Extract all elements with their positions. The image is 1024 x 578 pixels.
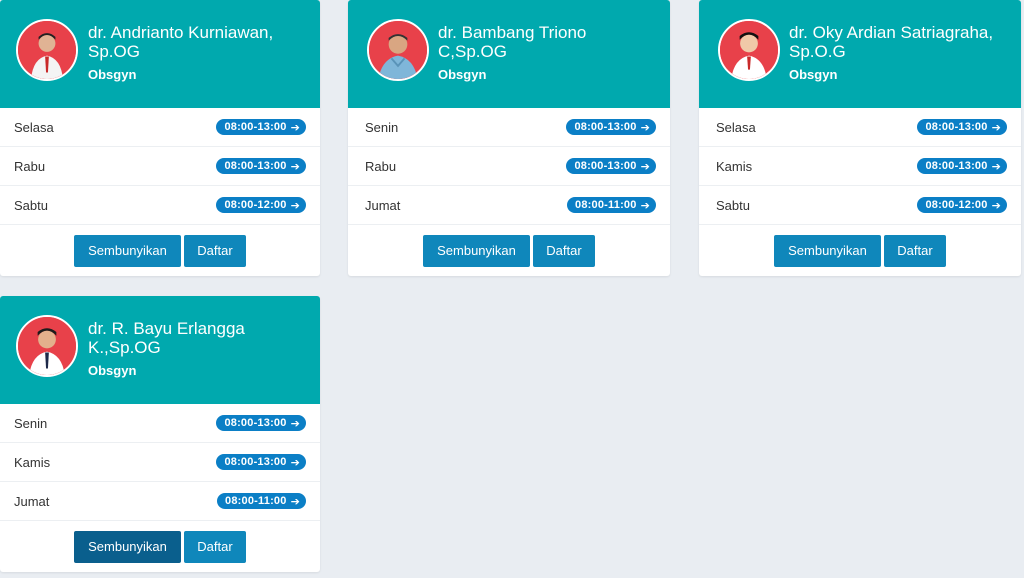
arrow-right-icon: ➔ [640, 121, 650, 134]
card-actions: Sembunyikan Daftar [348, 225, 670, 276]
schedule-time: 08:00-12:00 [925, 199, 988, 211]
doctor-card-header: dr. R. Bayu Erlangga K.,Sp.OG Obsgyn [0, 296, 320, 404]
schedule-time-badge[interactable]: 08:00-13:00 ➔ [216, 415, 306, 431]
doctor-card-header: dr. Andrianto Kurniawan, Sp.OG Obsgyn [0, 0, 320, 108]
schedule-time: 08:00-13:00 [224, 417, 287, 429]
schedule-time-badge[interactable]: 08:00-12:00 ➔ [917, 197, 1007, 213]
doctor-name: dr. Oky Ardian Satriagraha, Sp.O.G [789, 23, 994, 61]
doctor-card: dr. R. Bayu Erlangga K.,Sp.OG Obsgyn Sen… [0, 296, 320, 572]
doctor-card-header: dr. Oky Ardian Satriagraha, Sp.O.G Obsgy… [699, 0, 1021, 108]
arrow-right-icon: ➔ [991, 199, 1001, 212]
arrow-right-icon: ➔ [991, 160, 1001, 173]
schedule-time: 08:00-13:00 [224, 456, 287, 468]
schedule-day: Jumat [14, 493, 50, 509]
schedule-row: Rabu 08:00-13:00 ➔ [348, 147, 670, 186]
arrow-right-icon: ➔ [290, 417, 300, 430]
schedule-time: 08:00-13:00 [224, 160, 287, 172]
arrow-right-icon: ➔ [290, 456, 300, 469]
arrow-right-icon: ➔ [991, 121, 1001, 134]
schedule-day: Senin [14, 415, 48, 431]
doctor-avatar [367, 19, 429, 81]
schedule-time-badge[interactable]: 08:00-13:00 ➔ [216, 454, 306, 470]
schedule-day: Jumat [365, 197, 401, 213]
doctor-specialty: Obsgyn [438, 67, 487, 82]
doctor-card-header: dr. Bambang Triono C,Sp.OG Obsgyn [348, 0, 670, 108]
schedule-day: Kamis [716, 158, 753, 174]
schedule-row: Jumat 08:00-11:00 ➔ [348, 186, 670, 225]
schedule-row: Rabu 08:00-13:00 ➔ [0, 147, 320, 186]
schedule-time: 08:00-13:00 [925, 121, 988, 133]
schedule-time-badge[interactable]: 08:00-13:00 ➔ [917, 119, 1007, 135]
doctor-specialty: Obsgyn [88, 363, 137, 378]
schedule-time-badge[interactable]: 08:00-12:00 ➔ [216, 197, 306, 213]
card-actions: Sembunyikan Daftar [699, 225, 1021, 276]
register-button[interactable]: Daftar [533, 234, 595, 267]
schedule-day: Sabtu [14, 197, 48, 213]
schedule-time-badge[interactable]: 08:00-11:00 ➔ [567, 197, 656, 213]
hide-button[interactable]: Sembunyikan [74, 234, 181, 267]
card-actions: Sembunyikan Daftar [0, 521, 320, 572]
schedule-time-badge[interactable]: 08:00-13:00 ➔ [216, 119, 306, 135]
schedule-row: Sabtu 08:00-12:00 ➔ [699, 186, 1021, 225]
arrow-right-icon: ➔ [640, 199, 650, 212]
schedule-time: 08:00-13:00 [224, 121, 287, 133]
doctor-avatar [16, 315, 78, 377]
schedule-time: 08:00-11:00 [575, 199, 637, 211]
register-button[interactable]: Daftar [184, 234, 246, 267]
schedule-row: Selasa 08:00-13:00 ➔ [699, 108, 1021, 147]
arrow-right-icon: ➔ [640, 160, 650, 173]
schedule-time-badge[interactable]: 08:00-11:00 ➔ [217, 493, 306, 509]
doctor-avatar [16, 19, 78, 81]
doctor-name: dr. R. Bayu Erlangga K.,Sp.OG [88, 319, 245, 357]
hide-button[interactable]: Sembunyikan [774, 234, 881, 267]
schedule-day: Senin [365, 119, 399, 135]
schedule-time: 08:00-11:00 [225, 495, 287, 507]
schedule-day: Sabtu [716, 197, 750, 213]
arrow-right-icon: ➔ [290, 199, 300, 212]
hide-button[interactable]: Sembunyikan [423, 234, 530, 267]
doctor-card: dr. Oky Ardian Satriagraha, Sp.O.G Obsgy… [699, 0, 1021, 276]
schedule-time: 08:00-13:00 [925, 160, 988, 172]
arrow-right-icon: ➔ [290, 160, 300, 173]
card-actions: Sembunyikan Daftar [0, 225, 320, 276]
doctor-name: dr. Bambang Triono C,Sp.OG [438, 23, 587, 61]
schedule-row: Sabtu 08:00-12:00 ➔ [0, 186, 320, 225]
schedule-row: Jumat 08:00-11:00 ➔ [0, 482, 320, 521]
schedule-day: Rabu [365, 158, 397, 174]
schedule-time: 08:00-13:00 [574, 121, 637, 133]
doctor-card: dr. Andrianto Kurniawan, Sp.OG Obsgyn Se… [0, 0, 320, 276]
schedule-row: Kamis 08:00-13:00 ➔ [699, 147, 1021, 186]
schedule-day: Selasa [716, 119, 756, 135]
schedule-day: Kamis [14, 454, 51, 470]
register-button[interactable]: Daftar [184, 530, 246, 563]
schedule-time-badge[interactable]: 08:00-13:00 ➔ [216, 158, 306, 174]
doctor-specialty: Obsgyn [88, 67, 137, 82]
register-button[interactable]: Daftar [884, 234, 946, 267]
schedule-day: Selasa [14, 119, 54, 135]
schedule-time-badge[interactable]: 08:00-13:00 ➔ [566, 158, 656, 174]
schedule-time: 08:00-13:00 [574, 160, 637, 172]
arrow-right-icon: ➔ [290, 495, 300, 508]
doctor-name: dr. Andrianto Kurniawan, Sp.OG [88, 23, 274, 61]
doctor-specialty: Obsgyn [789, 67, 838, 82]
arrow-right-icon: ➔ [290, 121, 300, 134]
doctor-avatar [718, 19, 780, 81]
schedule-row: Senin 08:00-13:00 ➔ [348, 108, 670, 147]
schedule-row: Selasa 08:00-13:00 ➔ [0, 108, 320, 147]
doctor-card: dr. Bambang Triono C,Sp.OG Obsgyn Senin 0… [348, 0, 670, 276]
schedule-row: Senin 08:00-13:00 ➔ [0, 404, 320, 443]
schedule-day: Rabu [14, 158, 46, 174]
schedule-time: 08:00-12:00 [224, 199, 287, 211]
schedule-time-badge[interactable]: 08:00-13:00 ➔ [917, 158, 1007, 174]
schedule-row: Kamis 08:00-13:00 ➔ [0, 443, 320, 482]
hide-button[interactable]: Sembunyikan [74, 530, 181, 563]
schedule-time-badge[interactable]: 08:00-13:00 ➔ [566, 119, 656, 135]
